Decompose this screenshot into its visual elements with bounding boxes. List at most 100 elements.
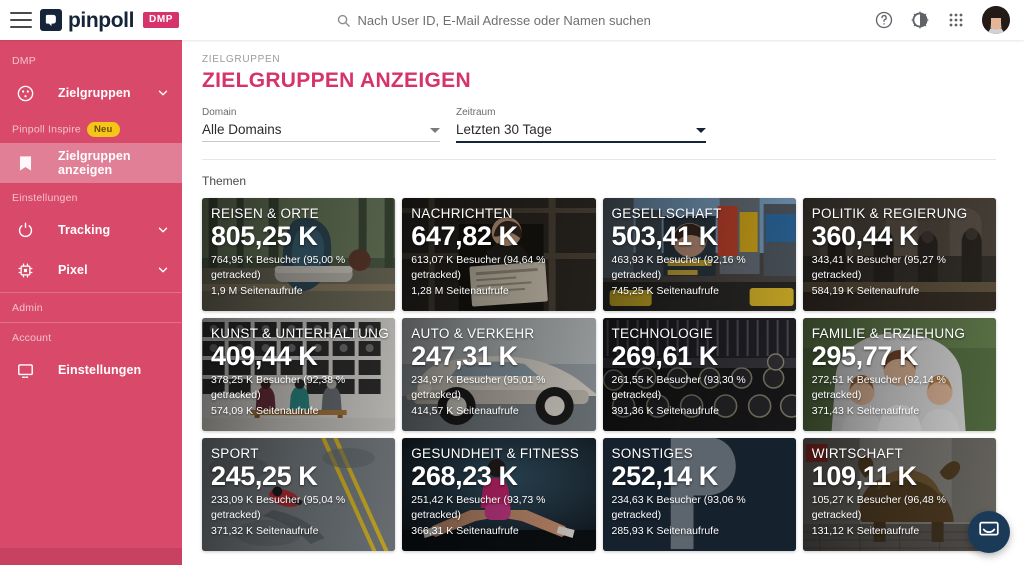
topic-card[interactable]: SPORT 245,25 K 233,09 K Besucher (95,04 … [202, 438, 396, 551]
section-label-themen: Themen [202, 174, 247, 188]
topic-card[interactable]: GESELLSCHAFT 503,41 K 463,93 K Besucher … [602, 198, 796, 311]
field-underline [202, 141, 440, 142]
card-content: TECHNOLOGIE 269,61 K 261,55 K Besucher (… [603, 318, 796, 431]
card-value: 805,25 K [211, 221, 318, 251]
brand-logo[interactable]: pinpoll DMP [40, 8, 180, 32]
topic-card[interactable]: GESUNDHEIT & FITNESS 268,23 K 251,42 K B… [402, 438, 596, 551]
card-content: NACHRICHTEN 647,82 K 613,07 K Besucher (… [402, 198, 595, 311]
hamburger-menu-icon[interactable] [10, 12, 32, 28]
topic-card[interactable]: WIRTSCHAFT 109,11 K 105,27 K Besucher (9… [802, 438, 996, 551]
card-title: GESUNDHEIT & FITNESS [411, 446, 580, 461]
filter-bar: Domain Alle Domains Zeitraum Letzten 30 … [202, 107, 996, 145]
topbar-actions [874, 6, 1010, 34]
card-pageviews: 366,31 K Seitenaufrufe [411, 525, 519, 538]
chevron-down-icon[interactable] [156, 86, 170, 100]
sidebar-item-pixel[interactable]: Pixel [0, 250, 182, 290]
card-value: 268,23 K [411, 461, 518, 491]
topic-card-grid: REISEN & ORTE 805,25 K 764,95 K Besucher… [202, 198, 996, 551]
sidebar-footer-accent [0, 548, 182, 565]
apps-grid-icon[interactable] [946, 10, 966, 30]
domain-select[interactable]: Domain Alle Domains [202, 107, 440, 145]
card-value: 269,61 K [611, 341, 719, 371]
card-title: WIRTSCHAFT [811, 446, 903, 461]
sidebar-item-label: Zielgruppen [58, 86, 131, 100]
card-content: FAMILIE & ERZIEHUNG 295,77 K 272,51 K Be… [803, 318, 996, 431]
card-content: WIRTSCHAFT 109,11 K 105,27 K Besucher (9… [803, 438, 996, 551]
brand-product-tag: DMP [143, 12, 180, 28]
card-value: 245,25 K [211, 461, 318, 491]
sidebar-item-zielgruppen[interactable]: Zielgruppen [0, 73, 182, 113]
card-pageviews: 1,28 M Seitenaufrufe [411, 285, 509, 298]
brightness-contrast-icon[interactable] [910, 10, 930, 30]
topic-card[interactable]: KUNST & UNTERHALTUNG 409,44 K 378,25 K B… [202, 318, 396, 431]
chat-bubble-icon [978, 519, 1000, 546]
topic-card[interactable]: FAMILIE & ERZIEHUNG 295,77 K 272,51 K Be… [802, 318, 996, 431]
card-value: 247,31 K [411, 341, 518, 371]
card-visitors: 261,55 K Besucher (93,30 % getracked) [611, 374, 746, 401]
topic-card[interactable]: REISEN & ORTE 805,25 K 764,95 K Besucher… [202, 198, 396, 311]
topic-card[interactable]: NACHRICHTEN 647,82 K 613,07 K Besucher (… [402, 198, 596, 311]
sidebar-section-einstellungen: Einstellungen [12, 192, 78, 205]
help-circle-icon[interactable] [874, 10, 894, 30]
card-pageviews: 285,93 K Seitenaufrufe [611, 525, 719, 538]
topic-card[interactable]: POLITIK & REGIERUNG 360,44 K 343,41 K Be… [802, 198, 996, 311]
card-title: NACHRICHTEN [411, 206, 513, 221]
top-bar: pinpoll DMP [0, 0, 1024, 40]
card-visitors: 105,27 K Besucher (96,48 % getracked) [811, 494, 947, 521]
card-value: 295,77 K [811, 341, 919, 371]
card-visitors: 613,07 K Besucher (94,64 % getracked) [411, 254, 546, 281]
topic-card[interactable]: SONSTIGES 252,14 K 234,63 K Besucher (93… [602, 438, 796, 551]
card-content: KUNST & UNTERHALTUNG 409,44 K 378,25 K B… [202, 318, 395, 431]
card-pageviews: 131,12 K Seitenaufrufe [811, 525, 920, 538]
card-visitors: 272,51 K Besucher (92,14 % getracked) [811, 374, 947, 401]
section-divider [202, 159, 996, 160]
zeitraum-select-label: Zeitraum [456, 107, 496, 118]
card-title: SONSTIGES [611, 446, 693, 461]
card-pageviews: 574,09 K Seitenaufrufe [211, 405, 319, 418]
search-box[interactable] [336, 12, 658, 28]
chip-icon [12, 261, 38, 280]
topic-card[interactable]: TECHNOLOGIE 269,61 K 261,55 K Besucher (… [602, 318, 796, 431]
card-content: REISEN & ORTE 805,25 K 764,95 K Besucher… [202, 198, 395, 311]
breadcrumb: ZIELGRUPPEN [202, 54, 281, 65]
search-input[interactable] [357, 12, 658, 28]
sidebar-item-tracking[interactable]: Tracking [0, 210, 182, 250]
sidebar-item-label: Pixel [58, 263, 88, 278]
chevron-down-icon[interactable] [430, 128, 440, 133]
card-visitors: 463,93 K Besucher (92,16 % getracked) [611, 254, 746, 281]
card-title: SPORT [211, 446, 259, 461]
user-avatar[interactable] [982, 6, 1010, 34]
topic-card[interactable]: AUTO & VERKEHR 247,31 K 234,97 K Besuche… [402, 318, 596, 431]
domain-select-label: Domain [202, 107, 237, 118]
zeitraum-select[interactable]: Zeitraum Letzten 30 Tage [456, 107, 706, 145]
sidebar: DMP Zielgruppen Pinpoll Inspire Neu Ziel… [0, 40, 182, 565]
card-pageviews: 371,43 K Seitenaufrufe [811, 405, 920, 418]
sidebar-section-inspire: Pinpoll Inspire Neu [0, 113, 182, 143]
pinpoll-logo-icon [40, 9, 62, 31]
sidebar-section-admin: Admin [12, 302, 43, 315]
card-value: 503,41 K [611, 221, 719, 251]
sidebar-item-label: Zielgruppen anzeigen [58, 149, 131, 178]
brand-wordmark: pinpoll [68, 8, 135, 32]
sidebar-item-label: Einstellungen [58, 363, 142, 378]
card-content: POLITIK & REGIERUNG 360,44 K 343,41 K Be… [803, 198, 996, 311]
card-title: KUNST & UNTERHALTUNG [211, 326, 390, 341]
card-value: 252,14 K [611, 461, 719, 491]
card-pageviews: 745,25 K Seitenaufrufe [611, 285, 719, 298]
card-title: GESELLSCHAFT [611, 206, 722, 221]
sidebar-item-zielgruppen-anzeigen[interactable]: Zielgruppen anzeigen [0, 143, 182, 184]
card-pageviews: 371,32 K Seitenaufrufe [211, 525, 319, 538]
card-title: AUTO & VERKEHR [411, 326, 535, 341]
chevron-down-icon[interactable] [696, 128, 706, 133]
intercom-launcher-button[interactable] [968, 511, 1010, 553]
search-icon [336, 13, 350, 27]
page-title: ZIELGRUPPEN ANZEIGEN [202, 69, 471, 92]
card-value: 409,44 K [211, 341, 318, 371]
sidebar-section-account: Account [12, 332, 52, 345]
sidebar-item-einstellungen[interactable]: Einstellungen [0, 350, 182, 390]
chevron-down-icon[interactable] [156, 223, 170, 237]
chevron-down-icon[interactable] [156, 263, 170, 277]
sidebar-section-label: Pinpoll Inspire [12, 123, 81, 136]
card-visitors: 234,63 K Besucher (93,06 % getracked) [611, 494, 746, 521]
card-content: SONSTIGES 252,14 K 234,63 K Besucher (93… [603, 438, 796, 551]
